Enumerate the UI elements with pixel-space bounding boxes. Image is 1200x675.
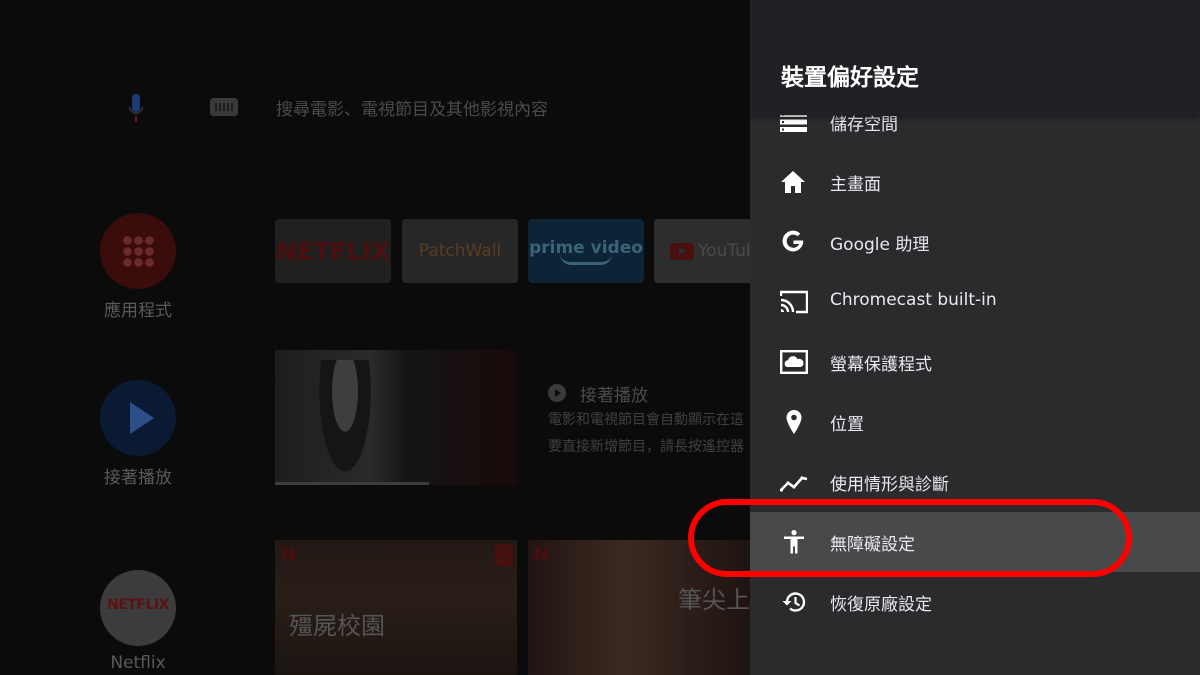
play-next-small-icon <box>548 384 566 402</box>
continue-watching-desc: 要直接新增節目，請長按遙控器 <box>548 439 744 455</box>
app-tile-prime-video[interactable]: prime video <box>528 219 644 283</box>
youtube-play-icon <box>670 242 694 260</box>
netflix-poster[interactable]: N 筆尖上 <box>528 540 750 675</box>
menu-item-label: Chromecast built-in <box>830 290 997 310</box>
cast-icon <box>780 290 808 314</box>
apps-grid-icon <box>122 235 154 267</box>
menu-item-factory-reset[interactable]: 恢復原廠設定 <box>750 572 1200 632</box>
continue-watching-thumbnail[interactable] <box>275 350 517 485</box>
menu-item-screensaver[interactable]: 螢幕保護程式 <box>750 332 1200 392</box>
continue-watching-desc: 電影和電視節目會自動顯示在這 <box>548 412 744 428</box>
menu-item-location[interactable]: 位置 <box>750 392 1200 452</box>
netflix-poster[interactable]: N TOP 10 殭屍校園 <box>275 540 517 675</box>
accessibility-icon <box>784 530 804 554</box>
menu-item-label: 螢幕保護程式 <box>830 355 932 375</box>
top10-badge: TOP 10 <box>495 544 513 566</box>
restore-icon <box>782 592 806 612</box>
netflix-channel-button[interactable]: NETFLIX <box>100 570 176 646</box>
microphone-icon[interactable] <box>128 94 144 124</box>
app-tile-patchwall[interactable]: PatchWall <box>402 219 518 283</box>
app-tile-youtube[interactable]: YouTube <box>654 219 750 283</box>
play-next-button[interactable] <box>100 380 176 456</box>
prime-smile-icon <box>560 254 612 265</box>
search-bar-placeholder[interactable]: 搜尋電影、電視節目及其他影視內容 <box>276 95 548 120</box>
menu-item-label: 無障礙設定 <box>830 535 915 555</box>
page-title: 裝置偏好設定 <box>781 65 919 91</box>
apps-button[interactable] <box>100 213 176 289</box>
menu-item-label: 主畫面 <box>830 175 881 195</box>
app-tile-label: NETFLIX <box>276 236 390 266</box>
menu-item-label: Google 助理 <box>830 235 930 255</box>
netflix-badge: N <box>281 544 297 565</box>
home-screen-background: 搜尋電影、電視節目及其他影視內容 應用程式 接著播放 NETFLIX Netfl… <box>0 0 750 675</box>
keyboard-icon[interactable] <box>210 98 238 116</box>
netflix-logo: NETFLIX <box>107 597 169 613</box>
menu-item-chromecast[interactable]: Chromecast built-in <box>750 272 1200 332</box>
location-pin-icon <box>786 410 802 434</box>
continue-watching-title: 接著播放 <box>580 386 648 406</box>
panel-header: 裝置偏好設定 <box>750 0 1200 115</box>
menu-item-home-screen[interactable]: 主畫面 <box>750 152 1200 212</box>
google-icon <box>782 230 804 252</box>
progress-bar <box>275 482 429 485</box>
play-icon <box>130 402 154 434</box>
menu-item-accessibility[interactable]: 無障礙設定 <box>750 512 1200 572</box>
analytics-icon <box>780 476 808 492</box>
thumbnail-figure <box>315 360 375 485</box>
menu-item-label: 使用情形與診斷 <box>830 475 949 495</box>
menu-item-label: 位置 <box>830 415 864 435</box>
play-next-label: 接著播放 <box>104 468 172 488</box>
menu-item-usage-diagnostics[interactable]: 使用情形與診斷 <box>750 452 1200 512</box>
home-icon <box>781 171 805 193</box>
netflix-badge: N <box>534 544 550 565</box>
poster-title: 殭屍校園 <box>289 612 385 640</box>
app-tile-label: YouTube <box>698 241 750 261</box>
app-tile-netflix[interactable]: NETFLIX <box>275 219 391 283</box>
netflix-channel-label: Netflix <box>110 653 166 673</box>
screensaver-icon <box>780 350 808 374</box>
poster-title: 筆尖上 <box>678 586 750 614</box>
device-preferences-panel: 裝置偏好設定 儲存空間 主畫面 Google 助理 Chromecast bui… <box>750 0 1200 675</box>
menu-item-google-assistant[interactable]: Google 助理 <box>750 212 1200 272</box>
app-tile-label: PatchWall <box>418 241 502 261</box>
apps-label: 應用程式 <box>104 301 172 321</box>
menu-item-label: 恢復原廠設定 <box>830 595 932 615</box>
